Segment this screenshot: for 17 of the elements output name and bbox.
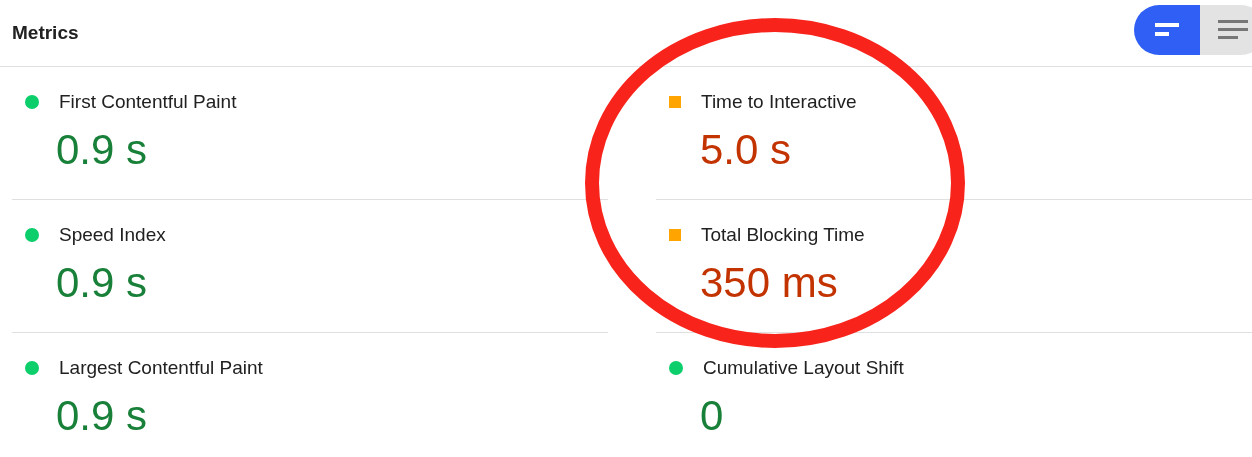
metric-value: 5.0 s [700,126,792,174]
list-icon [1218,20,1248,40]
metric-label: Cumulative Layout Shift [703,356,904,380]
metric-value: 0.9 s [56,392,148,440]
metric-value: 350 ms [700,259,838,307]
metric-value: 0 [700,392,724,440]
summary-icon [1155,23,1179,37]
metric-label: Time to Interactive [701,90,857,114]
metric-value: 0.9 s [56,259,148,307]
metric-label: Speed Index [59,223,166,247]
view-toggle-button[interactable] [1200,5,1252,55]
metric-label: First Contentful Paint [59,90,237,114]
metric-label: Total Blocking Time [701,223,865,247]
view-toggle-button[interactable] [1134,5,1200,55]
metric-value: 0.9 s [56,126,148,174]
metric-label: Largest Contentful Paint [59,356,263,380]
section-title: Metrics [12,22,79,44]
